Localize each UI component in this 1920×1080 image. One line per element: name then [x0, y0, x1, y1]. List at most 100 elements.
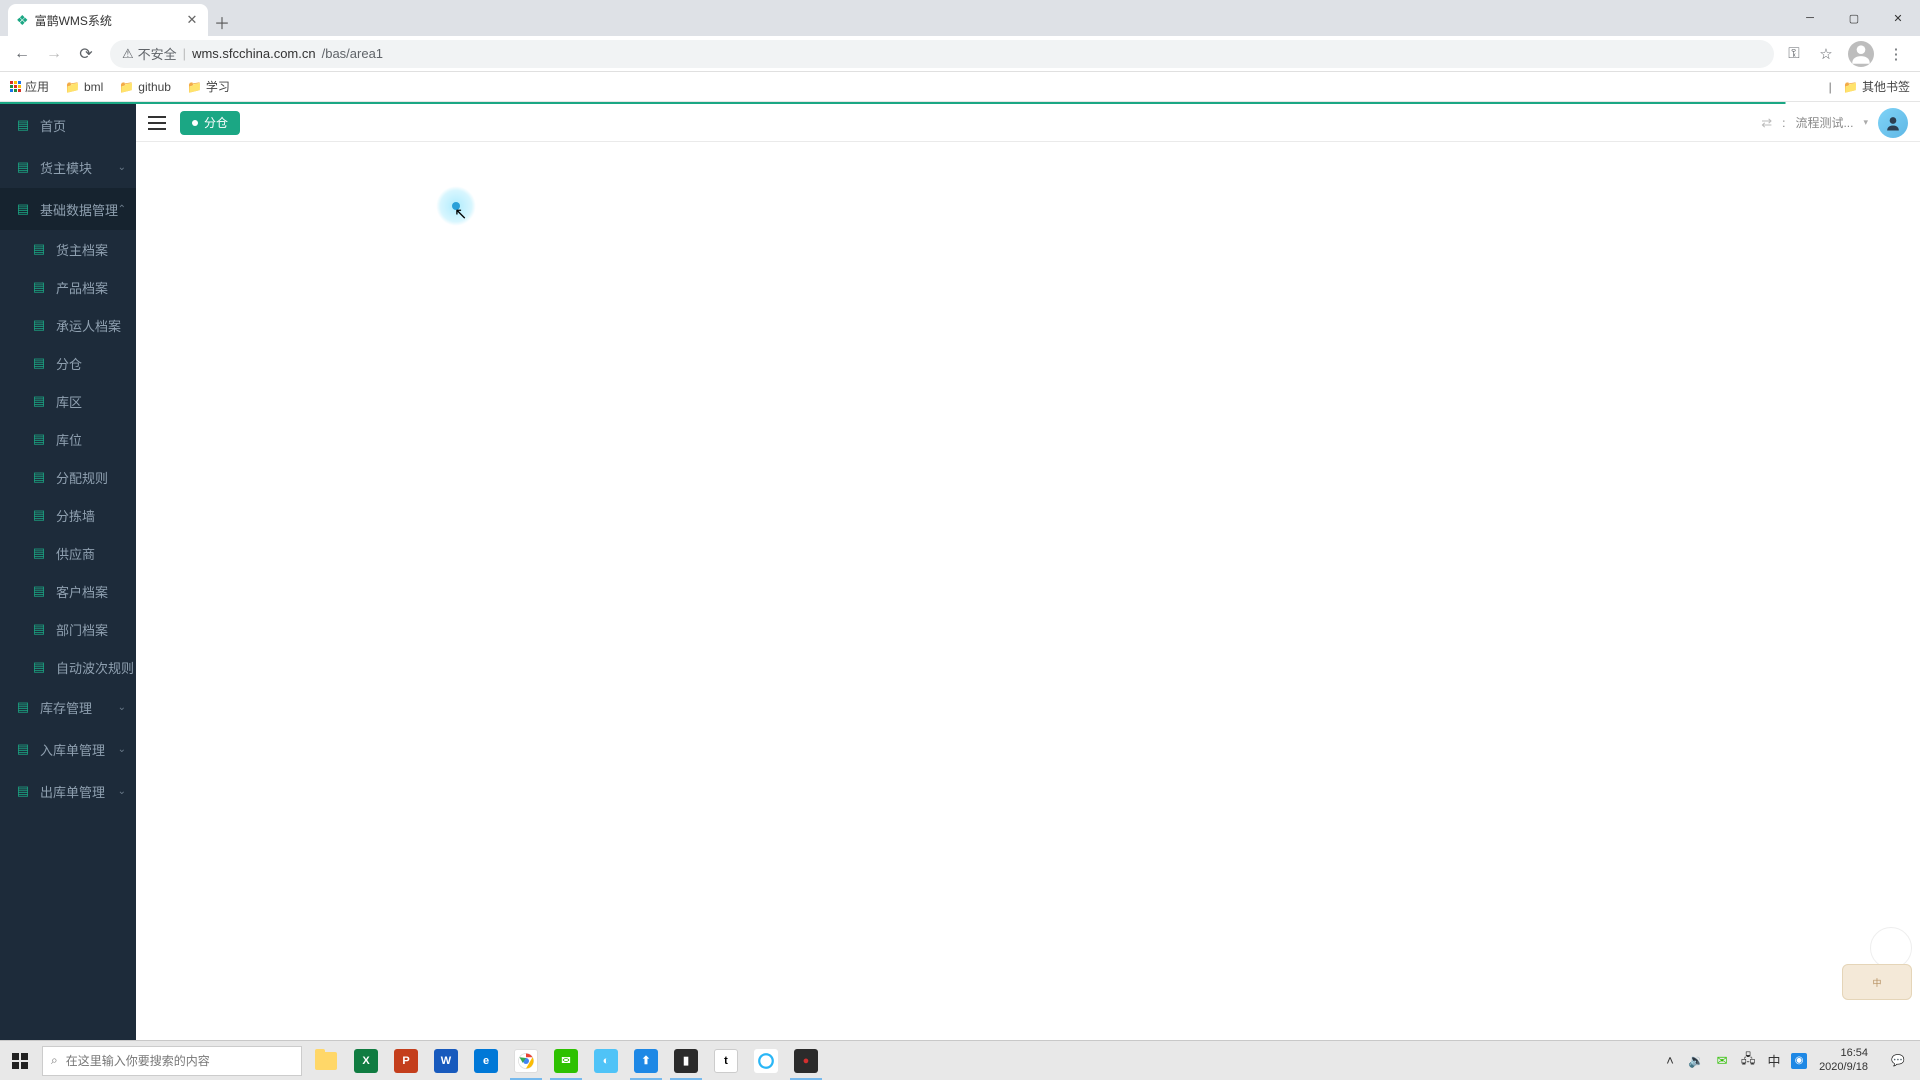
sidebar-item-zone[interactable]: ▤库区	[0, 382, 136, 420]
sidebar-item-product-archive[interactable]: ▤产品档案	[0, 268, 136, 306]
sidebar-item-owner-archive[interactable]: ▤货主档案	[0, 230, 136, 268]
active-tab-pill[interactable]: 分仓	[180, 111, 240, 135]
profile-avatar-icon[interactable]	[1848, 41, 1874, 67]
kebab-menu-icon[interactable]: ⋮	[1886, 44, 1906, 64]
tab-strip: ❖ 富鹊WMS系统 ✕ ＋ ─ ▢ ✕	[0, 0, 1920, 36]
task-explorer[interactable]	[306, 1041, 346, 1080]
tray-wechat-icon[interactable]: ✉	[1713, 1052, 1731, 1070]
task-app-t[interactable]: t	[706, 1041, 746, 1080]
bookmark-bar: 应用 📁bml 📁github 📁学习 | 📁其他书签	[0, 72, 1920, 102]
sidebar-item-customer-archive[interactable]: ▤客户档案	[0, 572, 136, 610]
sidebar-item-alloc-rule[interactable]: ▤分配规则	[0, 458, 136, 496]
hamburger-icon[interactable]	[148, 116, 166, 130]
folder-icon: 📁	[119, 80, 134, 94]
search-icon: ⌕	[51, 1053, 58, 1068]
taskbar: ⌕ 在这里输入你要搜索的内容 X P W e ✉ ◐ ⬆ ▮ t ● ˄ 🔉 ✉…	[0, 1040, 1920, 1080]
sidebar-item-carrier-archive[interactable]: ▤承运人档案	[0, 306, 136, 344]
task-chrome[interactable]	[506, 1041, 546, 1080]
apps-shortcut[interactable]: 应用	[10, 78, 49, 95]
task-app-rec[interactable]: ●	[786, 1041, 826, 1080]
task-wechat[interactable]: ✉	[546, 1041, 586, 1080]
taskbar-clock[interactable]: 16:54 2020/9/18	[1815, 1047, 1872, 1073]
task-app-dark[interactable]: ▮	[666, 1041, 706, 1080]
tray-chevron-up-icon[interactable]: ˄	[1661, 1052, 1679, 1070]
dropdown-caret-icon[interactable]: ▾	[1863, 117, 1868, 128]
tray-ime-icon[interactable]: 中	[1765, 1052, 1783, 1070]
bookmark-study[interactable]: 📁学习	[187, 78, 230, 95]
sidebar-item-supplier[interactable]: ▤供应商	[0, 534, 136, 572]
swap-icon[interactable]: ⇄	[1761, 115, 1772, 131]
edge-icon: e	[474, 1049, 498, 1073]
bookmark-bml[interactable]: 📁bml	[65, 80, 103, 94]
doc-icon: ▤	[32, 241, 46, 257]
insecure-icon: ⚠ 不安全	[122, 44, 177, 63]
key-icon[interactable]: ⚿	[1784, 44, 1804, 64]
start-button[interactable]	[0, 1041, 40, 1080]
close-tab-icon[interactable]: ✕	[184, 12, 200, 28]
doc-icon: ▤	[16, 699, 30, 715]
sidebar-item-location[interactable]: ▤库位	[0, 420, 136, 458]
user-label: 流程测试...	[1795, 114, 1853, 131]
task-powerpoint[interactable]: P	[386, 1041, 426, 1080]
record-icon: ●	[794, 1049, 818, 1073]
minimize-button[interactable]: ─	[1788, 3, 1832, 33]
dot-icon	[192, 120, 198, 126]
sidebar-item-home[interactable]: ▤ 首页	[0, 104, 136, 146]
task-browser2[interactable]: ◐	[586, 1041, 626, 1080]
favicon-icon: ❖	[16, 12, 29, 29]
sidebar-item-inbound-mgmt[interactable]: ▤入库单管理⌄	[0, 728, 136, 770]
doc-icon: ▤	[16, 117, 30, 133]
sidebar-item-inv-mgmt[interactable]: ▤库存管理⌄	[0, 686, 136, 728]
maximize-button[interactable]: ▢	[1832, 3, 1876, 33]
sidebar-item-warehouse[interactable]: ▤分仓	[0, 344, 136, 382]
task-edge[interactable]: e	[466, 1041, 506, 1080]
doc-icon: ▤	[16, 201, 30, 217]
doc-icon: ▤	[32, 469, 46, 485]
sidebar-item-outbound-mgmt[interactable]: ▤出库单管理⌄	[0, 770, 136, 812]
folder-icon: 📁	[65, 80, 80, 94]
taskbar-search[interactable]: ⌕ 在这里输入你要搜索的内容	[42, 1046, 302, 1076]
app-icon: ⬆	[634, 1049, 658, 1073]
sidebar-item-base-data[interactable]: ▤ 基础数据管理 ⌃	[0, 188, 136, 230]
search-placeholder: 在这里输入你要搜索的内容	[66, 1052, 210, 1069]
doc-icon: ▤	[16, 741, 30, 757]
task-excel[interactable]: X	[346, 1041, 386, 1080]
swirl-icon	[754, 1049, 778, 1073]
tray-app-icon[interactable]: ◉	[1791, 1053, 1807, 1069]
sidebar-item-auto-wave-rule[interactable]: ▤自动波次规则	[0, 648, 136, 686]
wechat-icon: ✉	[554, 1049, 578, 1073]
user-avatar[interactable]	[1878, 108, 1908, 138]
other-bookmarks[interactable]: | 📁其他书签	[1829, 78, 1910, 95]
tray-volume-icon[interactable]: 🔉	[1687, 1052, 1705, 1070]
sidebar-item-dept-archive[interactable]: ▤部门档案	[0, 610, 136, 648]
excel-icon: X	[354, 1049, 378, 1073]
forward-button[interactable]: →	[40, 40, 68, 68]
word-icon: W	[434, 1049, 458, 1073]
star-icon[interactable]: ☆	[1816, 44, 1836, 64]
address-bar: ← → ⟳ ⚠ 不安全 | wms.sfcchina.com.cn/bas/ar…	[0, 36, 1920, 72]
sidebar-item-owner-module[interactable]: ▤ 货主模块 ⌄	[0, 146, 136, 188]
notification-center-icon[interactable]: 💬	[1880, 1041, 1916, 1080]
system-tray: ˄ 🔉 ✉ 🖧 中 ◉ 16:54 2020/9/18 💬	[1661, 1041, 1920, 1080]
doc-icon: ▤	[32, 317, 46, 333]
browser-tab[interactable]: ❖ 富鹊WMS系统 ✕	[8, 4, 208, 36]
doc-icon: ▤	[32, 507, 46, 523]
task-app-blue[interactable]: ⬆	[626, 1041, 666, 1080]
window-controls: ─ ▢ ✕	[1788, 0, 1920, 36]
task-app-swirl[interactable]	[746, 1041, 786, 1080]
ime-keys: 中	[1842, 964, 1912, 1000]
bookmark-github[interactable]: 📁github	[119, 80, 171, 94]
doc-icon: ▤	[32, 355, 46, 371]
url-field[interactable]: ⚠ 不安全 | wms.sfcchina.com.cn/bas/area1	[110, 40, 1774, 68]
new-tab-button[interactable]: ＋	[208, 8, 236, 36]
close-window-button[interactable]: ✕	[1876, 3, 1920, 33]
chevron-down-icon: ⌄	[118, 786, 126, 797]
back-button[interactable]: ←	[8, 40, 36, 68]
chevron-down-icon: ⌄	[118, 162, 126, 173]
task-word[interactable]: W	[426, 1041, 466, 1080]
sidebar-item-sort-wall[interactable]: ▤分拣墙	[0, 496, 136, 534]
colon-separator: :	[1782, 116, 1785, 130]
reload-button[interactable]: ⟳	[72, 40, 100, 68]
tray-network-icon[interactable]: 🖧	[1739, 1052, 1757, 1070]
folder-icon	[315, 1052, 337, 1070]
